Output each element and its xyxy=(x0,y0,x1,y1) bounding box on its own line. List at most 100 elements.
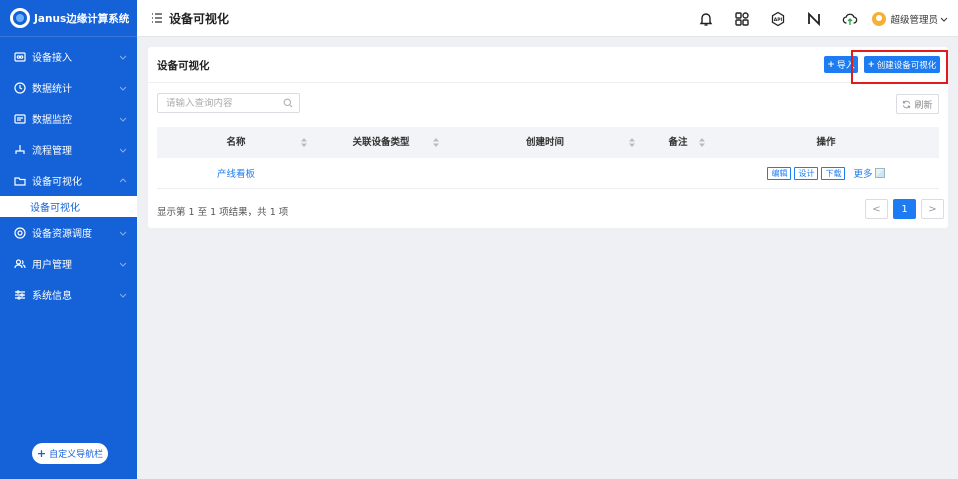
sidebar-item-label: 数据监控 xyxy=(32,115,72,126)
api-icon: API xyxy=(772,11,785,26)
top-header: 设备可视化 API 超级管理员 xyxy=(137,0,958,37)
plus-icon: + xyxy=(867,59,875,70)
table-row: 产线看板 编辑 设计 下载 更多 xyxy=(157,158,939,189)
sidebar-item-device-visualization[interactable]: 设备可视化 xyxy=(0,165,137,196)
sidebar-item-system-info[interactable]: 系统信息 xyxy=(0,279,137,310)
cloud-upload-button[interactable] xyxy=(832,0,868,37)
search-input[interactable] xyxy=(166,97,283,109)
app-logo[interactable]: Janus边缘计算系统 xyxy=(0,0,137,37)
chevron-up-icon xyxy=(119,177,127,182)
plus-icon: + xyxy=(36,447,47,460)
refresh-button[interactable]: 刷新 xyxy=(896,94,939,114)
page-title: 设备可视化 xyxy=(169,11,230,26)
menu-collapse-icon[interactable] xyxy=(151,12,163,24)
sidebar: Janus边缘计算系统 设备接入 数据统计 数据监控 流程管理 设备可视化 设备 xyxy=(0,0,137,479)
api-button[interactable]: API xyxy=(760,0,796,37)
avatar xyxy=(872,11,887,26)
sidebar-item-label: 设备可视化 xyxy=(32,177,82,188)
visualization-table: 名称 关联设备类型 创建时间 备注 操作 产线看板 编辑 设计 下载 更多 xyxy=(157,127,939,189)
chevron-down-icon xyxy=(119,148,127,153)
create-visualization-button[interactable]: + 创建设备可视化 xyxy=(864,56,940,73)
chevron-down-icon xyxy=(119,231,127,236)
sidebar-menu: 设备接入 数据统计 数据监控 流程管理 设备可视化 设备可视化 设备资源调度 用… xyxy=(0,41,137,310)
refresh-icon xyxy=(903,100,911,108)
chevron-down-icon xyxy=(119,262,127,267)
apps-button[interactable] xyxy=(724,0,760,37)
divider xyxy=(148,82,948,83)
submenu-item-device-visualization[interactable]: 设备可视化 xyxy=(0,196,137,217)
sidebar-item-flow-management[interactable]: 流程管理 xyxy=(0,134,137,165)
sidebar-item-label: 用户管理 xyxy=(32,260,72,271)
monitor-icon xyxy=(14,113,26,125)
sidebar-item-label: 数据统计 xyxy=(32,84,72,95)
create-label: 创建设备可视化 xyxy=(876,60,937,71)
user-name: 超级管理员 xyxy=(890,14,938,26)
flow-icon xyxy=(14,144,26,156)
target-icon xyxy=(14,226,26,239)
next-page-button[interactable]: > xyxy=(921,199,944,219)
sort-icon[interactable] xyxy=(433,138,439,147)
sidebar-item-user-management[interactable]: 用户管理 xyxy=(0,248,137,279)
visualization-name-link[interactable]: 产线看板 xyxy=(217,169,255,180)
sidebar-item-resource-scheduling[interactable]: 设备资源调度 xyxy=(0,217,137,248)
sort-icon[interactable] xyxy=(629,138,635,147)
chevron-down-icon xyxy=(119,293,127,298)
sidebar-item-data-stats[interactable]: 数据统计 xyxy=(0,72,137,103)
design-button[interactable]: 设计 xyxy=(794,166,819,180)
sort-icon[interactable] xyxy=(301,138,307,147)
header-toolbar: API 超级管理员 xyxy=(688,0,958,37)
chevron-down-icon xyxy=(119,117,127,122)
chevron-down-icon xyxy=(119,86,127,91)
content-card: 设备可视化 + 导入 + 创建设备可视化 刷新 名称 关联设备类型 创建时间 xyxy=(148,47,948,228)
column-header-name[interactable]: 名称 xyxy=(157,127,315,158)
clock-icon xyxy=(14,81,26,94)
import-button[interactable]: + 导入 xyxy=(824,56,858,73)
cell-name: 产线看板 xyxy=(157,166,315,180)
sidebar-item-device-access[interactable]: 设备接入 xyxy=(0,41,137,72)
chevron-down-icon xyxy=(940,17,948,22)
column-header-actions: 操作 xyxy=(816,137,836,148)
edit-button[interactable]: 编辑 xyxy=(767,166,792,180)
user-menu[interactable]: 超级管理员 xyxy=(872,11,948,26)
download-button[interactable]: 下载 xyxy=(821,166,846,180)
column-header-note[interactable]: 备注 xyxy=(643,127,713,158)
device-icon xyxy=(14,51,26,63)
broken-image-icon[interactable] xyxy=(874,168,885,178)
import-label: 导入 xyxy=(836,61,855,71)
card-title: 设备可视化 xyxy=(157,60,210,72)
table-header: 名称 关联设备类型 创建时间 备注 操作 xyxy=(157,127,939,158)
custom-nav-button[interactable]: + 自定义导航栏 xyxy=(32,443,108,464)
sort-icon[interactable] xyxy=(699,138,705,147)
custom-nav-label: 自定义导航栏 xyxy=(49,450,104,460)
bell-icon xyxy=(700,12,713,26)
sliders-icon xyxy=(14,289,26,301)
sidebar-item-label: 设备资源调度 xyxy=(32,229,92,240)
app-title: Janus边缘计算系统 xyxy=(34,12,130,25)
apps-icon xyxy=(735,11,750,26)
pagination: < 1 > xyxy=(860,199,944,219)
prev-page-button[interactable]: < xyxy=(865,199,888,219)
users-icon xyxy=(14,258,26,270)
nfc-button[interactable] xyxy=(796,0,832,37)
search-box[interactable] xyxy=(157,93,300,113)
sidebar-item-label: 设备接入 xyxy=(32,53,72,64)
notification-button[interactable] xyxy=(688,0,724,37)
cloud-upload-icon xyxy=(843,13,858,25)
cell-actions: 编辑 设计 下载 更多 xyxy=(713,166,939,180)
plus-icon: + xyxy=(827,59,835,70)
sidebar-item-label: 流程管理 xyxy=(32,146,72,157)
folder-icon xyxy=(14,175,26,187)
column-header-device-type[interactable]: 关联设备类型 xyxy=(315,127,447,158)
search-icon[interactable] xyxy=(283,98,293,108)
logo-icon xyxy=(10,8,30,28)
more-button[interactable]: 更多 xyxy=(853,166,872,180)
refresh-label: 刷新 xyxy=(914,100,933,111)
column-header-created-time[interactable]: 创建时间 xyxy=(447,127,643,158)
nfc-icon xyxy=(808,11,821,26)
sidebar-item-label: 系统信息 xyxy=(32,291,72,302)
chevron-down-icon xyxy=(119,55,127,60)
sidebar-item-data-monitor[interactable]: 数据监控 xyxy=(0,103,137,134)
result-summary: 显示第 1 至 1 项结果，共 1 项 xyxy=(157,207,289,218)
svg-text:API: API xyxy=(774,17,783,23)
page-button-1[interactable]: 1 xyxy=(893,199,916,219)
